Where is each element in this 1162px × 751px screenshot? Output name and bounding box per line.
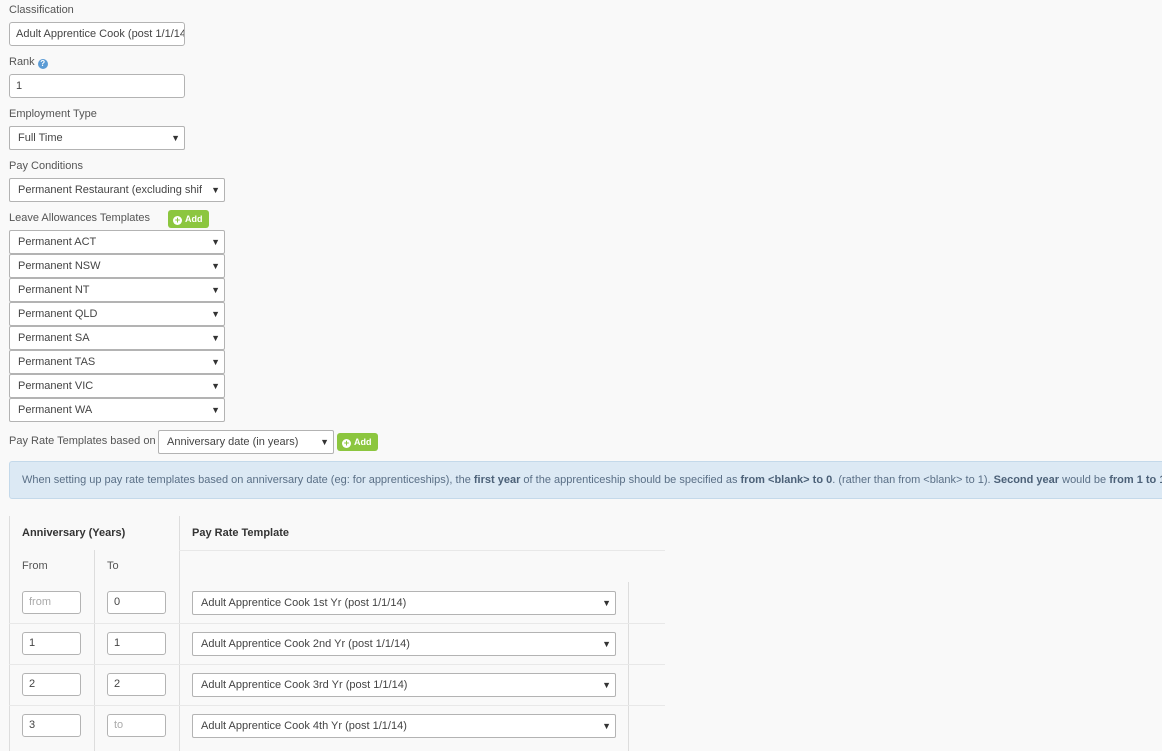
chevron-down-icon: ▼ bbox=[602, 639, 611, 649]
plus-circle-icon: + bbox=[342, 438, 351, 448]
chevron-down-icon: ▼ bbox=[211, 381, 220, 391]
leave-template-select[interactable]: Permanent VIC ▼ bbox=[9, 374, 225, 398]
from-header: From bbox=[22, 560, 48, 572]
plus-circle-icon: + bbox=[173, 215, 182, 225]
leave-template-select[interactable]: Permanent ACT ▼ bbox=[9, 230, 225, 254]
leave-template-value: Permanent SA bbox=[18, 332, 90, 344]
table-divider bbox=[179, 550, 665, 551]
table-divider bbox=[9, 516, 10, 751]
chevron-down-icon: ▼ bbox=[211, 237, 220, 247]
template-header: Pay Rate Template bbox=[192, 527, 290, 539]
leave-template-value: Permanent QLD bbox=[18, 308, 98, 320]
pay-rate-template-value: Adult Apprentice Cook 2nd Yr (post 1/1/1… bbox=[201, 638, 410, 650]
from-input[interactable]: 1 bbox=[22, 632, 81, 655]
info-bold: first year bbox=[473, 474, 521, 486]
table-divider bbox=[9, 623, 665, 624]
leave-template-select[interactable]: Permanent WA ▼ bbox=[9, 398, 225, 422]
leave-template-select[interactable]: Permanent NT ▼ bbox=[9, 278, 225, 302]
chevron-down-icon: ▼ bbox=[211, 333, 220, 343]
pay-rate-basis-value: Anniversary date (in years) bbox=[167, 436, 299, 448]
pay-rate-template-value: Adult Apprentice Cook 1st Yr (post 1/1/1… bbox=[201, 597, 407, 609]
leave-template-value: Permanent NT bbox=[18, 284, 90, 296]
info-text: When setting up pay rate templates based… bbox=[22, 474, 474, 486]
leave-template-value: Permanent VIC bbox=[18, 380, 94, 392]
from-input[interactable]: 3 bbox=[22, 714, 81, 737]
leave-template-select[interactable]: Permanent SA ▼ bbox=[9, 326, 225, 350]
from-input[interactable]: from bbox=[22, 591, 81, 614]
leave-template-select[interactable]: Permanent TAS ▼ bbox=[9, 350, 225, 374]
pay-rate-template-select[interactable]: Adult Apprentice Cook 1st Yr (post 1/1/1… bbox=[192, 591, 616, 615]
to-input[interactable]: to bbox=[107, 714, 166, 737]
pay-rate-basis-select[interactable]: Anniversary date (in years) ▼ bbox=[158, 430, 334, 454]
info-bold: from 1 to 1 bbox=[1109, 474, 1162, 486]
info-text: of the apprenticeship should be specifie… bbox=[520, 474, 741, 486]
chevron-down-icon: ▼ bbox=[602, 598, 611, 608]
pay-rate-template-value: Adult Apprentice Cook 4th Yr (post 1/1/1… bbox=[201, 720, 407, 732]
chevron-down-icon: ▼ bbox=[602, 721, 611, 731]
leave-templates-label: Leave Allowances Templates bbox=[9, 212, 151, 224]
pay-rate-template-select[interactable]: Adult Apprentice Cook 2nd Yr (post 1/1/1… bbox=[192, 632, 616, 656]
pay-rate-table: Anniversary (Years) Pay Rate Template Fr… bbox=[9, 516, 665, 751]
chevron-down-icon: ▼ bbox=[211, 261, 220, 271]
table-divider bbox=[628, 582, 629, 751]
chevron-down-icon: ▼ bbox=[171, 133, 180, 143]
pay-rate-template-select[interactable]: Adult Apprentice Cook 3rd Yr (post 1/1/1… bbox=[192, 673, 616, 697]
pay-conditions-select[interactable]: Permanent Restaurant (excluding shift wo… bbox=[9, 178, 225, 202]
to-input[interactable]: 2 bbox=[107, 673, 166, 696]
chevron-down-icon: ▼ bbox=[211, 357, 220, 367]
add-pay-rate-template-button[interactable]: + Add bbox=[337, 433, 378, 451]
table-divider bbox=[9, 664, 665, 665]
chevron-down-icon: ▼ bbox=[320, 437, 329, 447]
leave-template-value: Permanent TAS bbox=[18, 356, 96, 368]
pay-rate-template-value: Adult Apprentice Cook 3rd Yr (post 1/1/1… bbox=[201, 679, 408, 691]
pay-rate-basis-label: Pay Rate Templates based on bbox=[9, 435, 156, 447]
classification-input[interactable]: Adult Apprentice Cook (post 1/1/14) bbox=[9, 22, 185, 46]
to-input[interactable]: 0 bbox=[107, 591, 166, 614]
leave-template-select[interactable]: Permanent NSW ▼ bbox=[9, 254, 225, 278]
pay-conditions-value: Permanent Restaurant (excluding shift wo… bbox=[18, 184, 202, 196]
leave-template-value: Permanent NSW bbox=[18, 260, 101, 272]
leave-template-select[interactable]: Permanent QLD ▼ bbox=[9, 302, 225, 326]
table-divider bbox=[179, 516, 180, 751]
employment-type-select[interactable]: Full Time ▼ bbox=[9, 126, 185, 150]
info-bold: from <blank> to 0 bbox=[740, 474, 833, 486]
add-pay-rate-label: Add bbox=[354, 437, 372, 447]
to-header: To bbox=[107, 560, 119, 572]
rank-label-group: Rank? bbox=[9, 56, 48, 69]
to-input[interactable]: 1 bbox=[107, 632, 166, 655]
info-banner: When setting up pay rate templates based… bbox=[9, 461, 1162, 499]
info-bold: Second year bbox=[993, 474, 1060, 486]
rank-input[interactable]: 1 bbox=[9, 74, 185, 98]
classification-label: Classification bbox=[9, 4, 74, 16]
employment-type-value: Full Time bbox=[18, 132, 63, 144]
leave-template-value: Permanent ACT bbox=[18, 236, 97, 248]
chevron-down-icon: ▼ bbox=[602, 680, 611, 690]
table-divider bbox=[9, 705, 665, 706]
pay-conditions-label: Pay Conditions bbox=[9, 160, 83, 172]
from-input[interactable]: 2 bbox=[22, 673, 81, 696]
chevron-down-icon: ▼ bbox=[211, 405, 220, 415]
add-leave-label: Add bbox=[185, 214, 203, 224]
info-text: would be bbox=[1059, 474, 1110, 486]
info-text: . (rather than from <blank> to 1). bbox=[832, 474, 994, 486]
chevron-down-icon: ▼ bbox=[211, 285, 220, 295]
employment-type-label: Employment Type bbox=[9, 108, 97, 120]
help-icon[interactable]: ? bbox=[37, 59, 48, 69]
add-leave-template-button[interactable]: + Add bbox=[168, 210, 209, 228]
leave-template-value: Permanent WA bbox=[18, 404, 93, 416]
chevron-down-icon: ▼ bbox=[211, 309, 220, 319]
anniversary-header: Anniversary (Years) bbox=[22, 527, 126, 539]
table-divider bbox=[94, 550, 95, 751]
pay-rate-template-select[interactable]: Adult Apprentice Cook 4th Yr (post 1/1/1… bbox=[192, 714, 616, 738]
rank-label: Rank bbox=[9, 56, 35, 68]
chevron-down-icon: ▼ bbox=[211, 185, 220, 195]
